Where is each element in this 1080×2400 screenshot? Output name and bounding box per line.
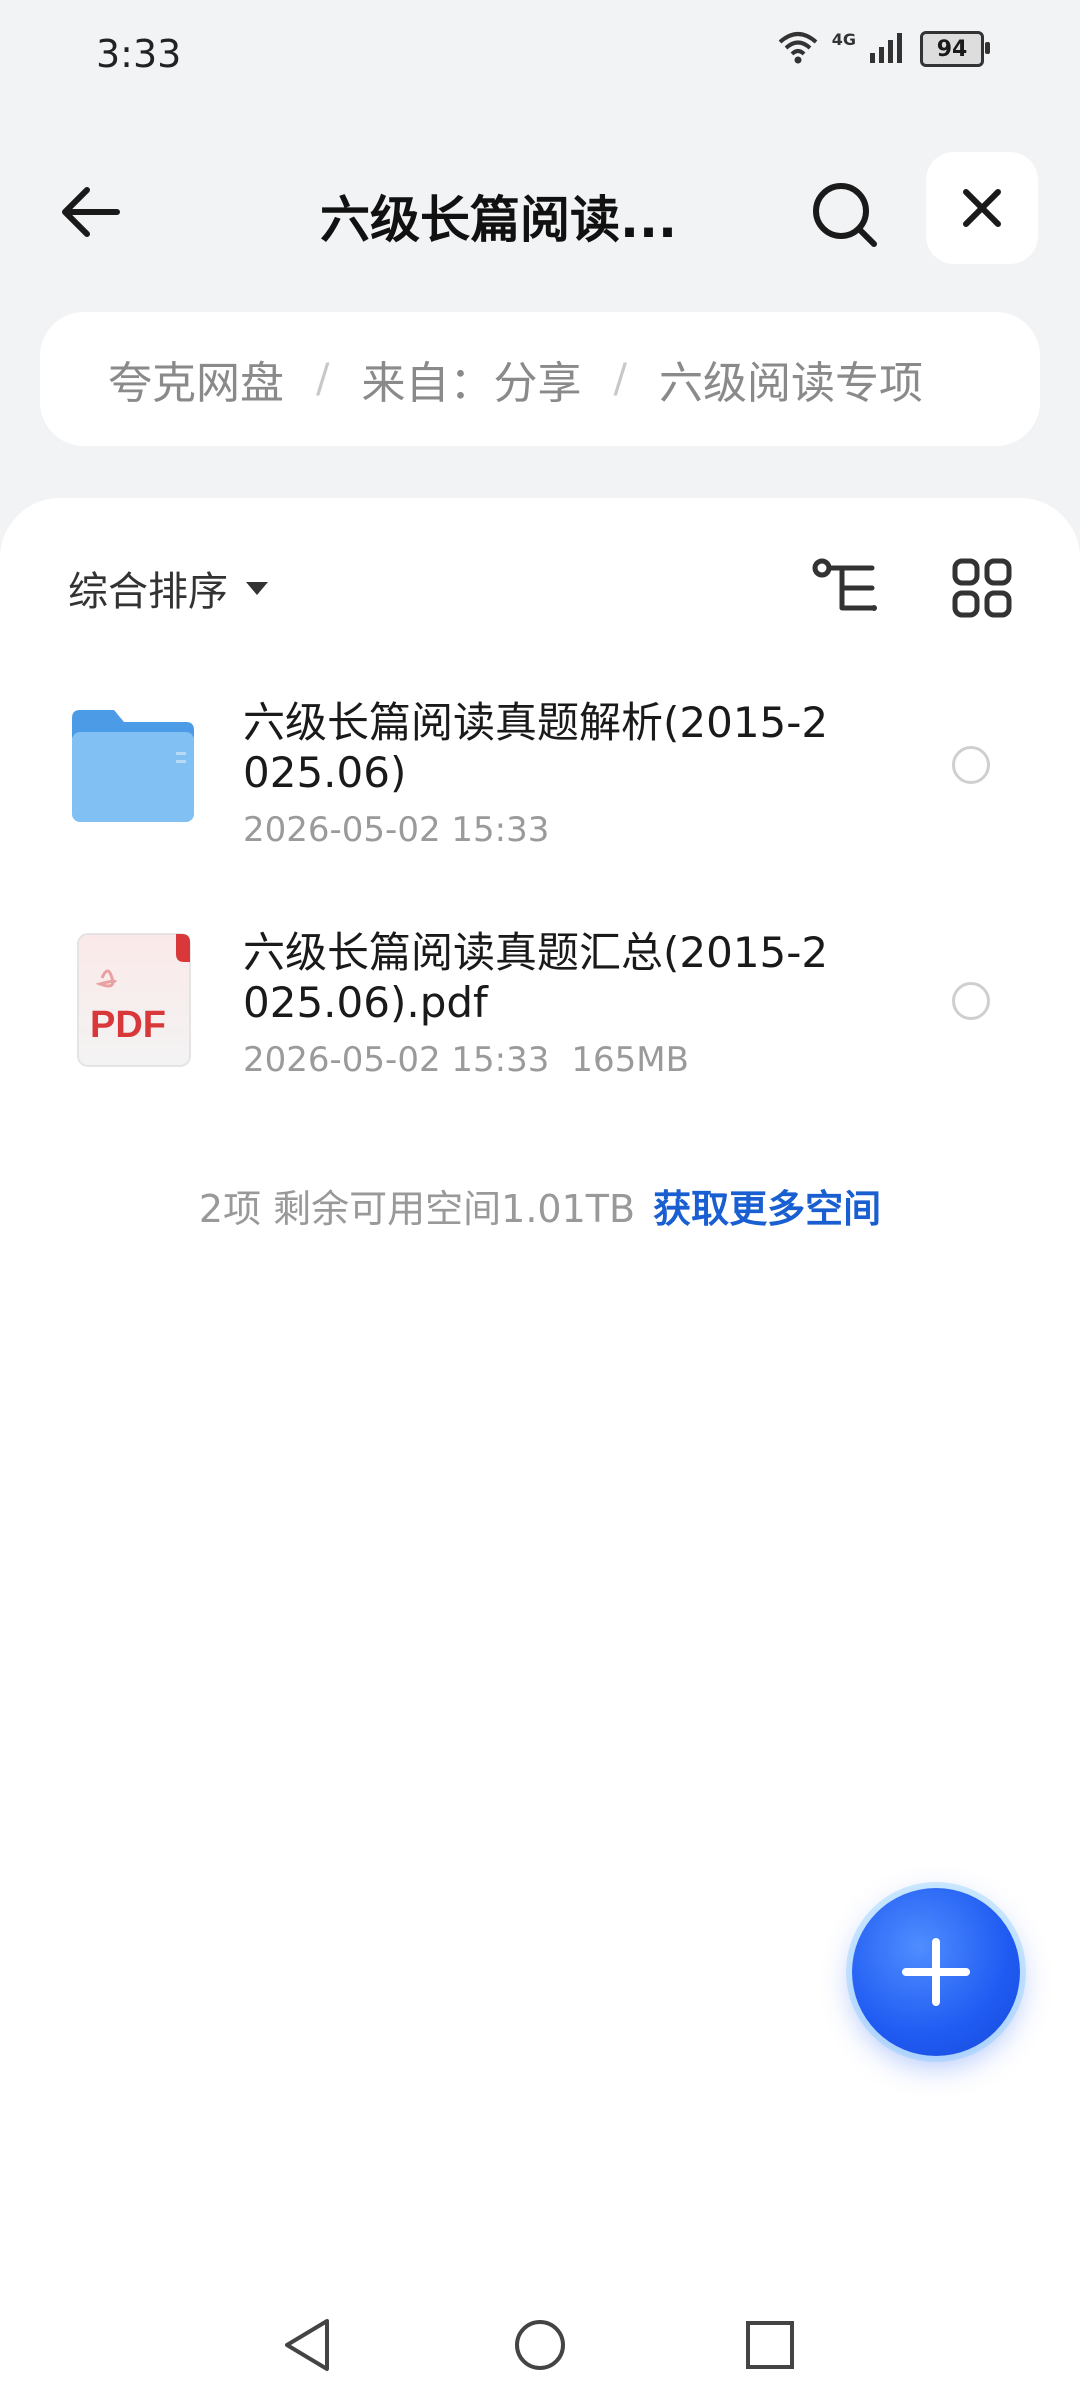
file-info: 六级长篇阅读真题解析(2015-2025.06) 2026-05-02 15:3… <box>243 698 843 850</box>
list-toolbar: 综合排序 <box>68 548 1012 628</box>
folder-icon <box>70 708 200 848</box>
file-meta: 2026-05-02 15:33 165MB <box>243 1040 843 1080</box>
status-icons: 4G 94 <box>778 29 990 68</box>
breadcrumb-separator: / <box>316 356 330 402</box>
battery-level: 94 <box>936 36 968 62</box>
storage-summary-text: 2项 剩余可用空间1.01TB <box>198 1187 636 1231</box>
breadcrumb-item-current-folder[interactable]: 六级阅读专项 <box>659 347 923 411</box>
plus-icon <box>902 1938 970 2006</box>
caret-down-icon <box>246 581 268 595</box>
network-type-label: 4G <box>831 29 856 49</box>
breadcrumb: 夸克网盘 / 来自：分享 / 六级阅读专项 <box>40 312 1040 446</box>
file-date: 2026-05-02 15:33 <box>243 810 550 850</box>
search-icon <box>813 183 877 247</box>
file-date: 2026-05-02 15:33 <box>243 1040 550 1080</box>
search-button[interactable] <box>800 170 890 260</box>
pdf-file-icon: PDF <box>76 932 206 1072</box>
grid-icon <box>952 558 1012 618</box>
file-list-panel: 综合排序 六级长篇阅读真题解析(2015-2025.06) 2026-05-02… <box>0 498 1080 2400</box>
sort-dropdown[interactable]: 综合排序 <box>68 548 268 628</box>
select-radio[interactable] <box>952 982 990 1020</box>
breadcrumb-separator: / <box>613 356 627 402</box>
battery-icon: 94 <box>920 31 990 67</box>
file-size: 165MB <box>571 1040 689 1080</box>
file-name: 六级长篇阅读真题汇总(2015-2025.06).pdf <box>243 928 829 1027</box>
list-item[interactable]: 六级长篇阅读真题解析(2015-2025.06) 2026-05-02 15:3… <box>0 668 1080 868</box>
header: 六级长篇阅读... <box>0 150 1080 270</box>
tree-view-button[interactable] <box>806 548 886 628</box>
storage-summary: 2项 剩余可用空间1.01TB 获取更多空间 <box>0 1178 1080 1233</box>
wifi-icon <box>778 30 818 68</box>
page-title: 六级长篇阅读... <box>320 191 677 249</box>
tree-structure-icon <box>812 558 877 611</box>
nav-home-button[interactable] <box>505 2310 575 2380</box>
file-info: 六级长篇阅读真题汇总(2015-2025.06).pdf 2026-05-02 … <box>243 928 843 1080</box>
back-button[interactable] <box>50 172 130 252</box>
arrow-left-icon <box>62 187 120 237</box>
status-time: 3:33 <box>96 32 182 76</box>
sort-label: 综合排序 <box>68 569 228 615</box>
grid-view-button[interactable] <box>942 548 1022 628</box>
close-button[interactable] <box>926 152 1038 264</box>
get-more-space-link[interactable]: 获取更多空间 <box>653 1187 881 1231</box>
add-button[interactable] <box>852 1888 1020 2056</box>
nav-recents-button[interactable] <box>735 2310 805 2380</box>
file-meta: 2026-05-02 15:33 <box>243 810 843 850</box>
circle-home-icon <box>515 2320 565 2370</box>
nav-back-button[interactable] <box>272 2310 342 2380</box>
triangle-back-icon <box>285 2319 329 2371</box>
signal-icon <box>870 31 906 67</box>
list-item[interactable]: PDF 六级长篇阅读真题汇总(2015-2025.06).pdf 2026-05… <box>0 902 1080 1102</box>
square-recents-icon <box>746 2321 794 2369</box>
breadcrumb-item-from-share[interactable]: 来自：分享 <box>361 347 581 411</box>
file-name: 六级长篇阅读真题解析(2015-2025.06) <box>243 698 829 797</box>
status-bar: 3:33 4G 94 <box>0 0 1080 110</box>
close-icon <box>963 189 1001 227</box>
system-navigation-bar <box>0 2290 1080 2390</box>
select-radio[interactable] <box>952 746 990 784</box>
breadcrumb-item-quark-drive[interactable]: 夸克网盘 <box>108 347 284 411</box>
pdf-label: PDF <box>90 1004 166 1046</box>
